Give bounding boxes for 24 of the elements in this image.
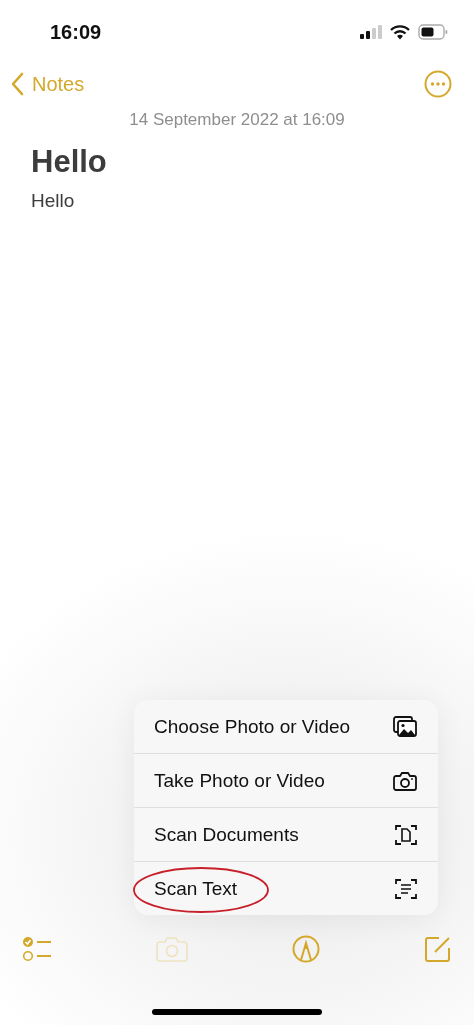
pen-tip-icon [292, 935, 320, 963]
menu-item[interactable]: Scan Documents [134, 807, 438, 861]
document-scan-icon [395, 823, 417, 846]
toolbar-button[interactable] [292, 935, 320, 963]
toolbar-button[interactable] [424, 935, 452, 963]
signal-icon [360, 25, 382, 39]
wifi-icon [390, 24, 410, 40]
chevron-left-icon [10, 72, 24, 96]
menu-item[interactable]: Scan Text [134, 861, 438, 915]
note-title: Hello [31, 144, 107, 179]
compose-icon [424, 935, 452, 963]
more-icon[interactable] [424, 70, 452, 98]
text-scan-icon [395, 877, 417, 900]
note-date: 14 September 2022 at 16:09 [128, 110, 346, 130]
photos-icon [393, 715, 417, 738]
camera-icon [393, 770, 417, 791]
status-time: 16:09 [50, 20, 102, 44]
note-body: Hello [31, 190, 75, 211]
battery-icon [418, 24, 448, 40]
menu-item[interactable]: Choose Photo or Video [134, 700, 438, 753]
camera-icon [156, 936, 188, 962]
toolbar-button[interactable] [22, 936, 52, 962]
checklist-icon [22, 936, 52, 962]
menu-item[interactable]: Take Photo or Video [134, 753, 438, 807]
